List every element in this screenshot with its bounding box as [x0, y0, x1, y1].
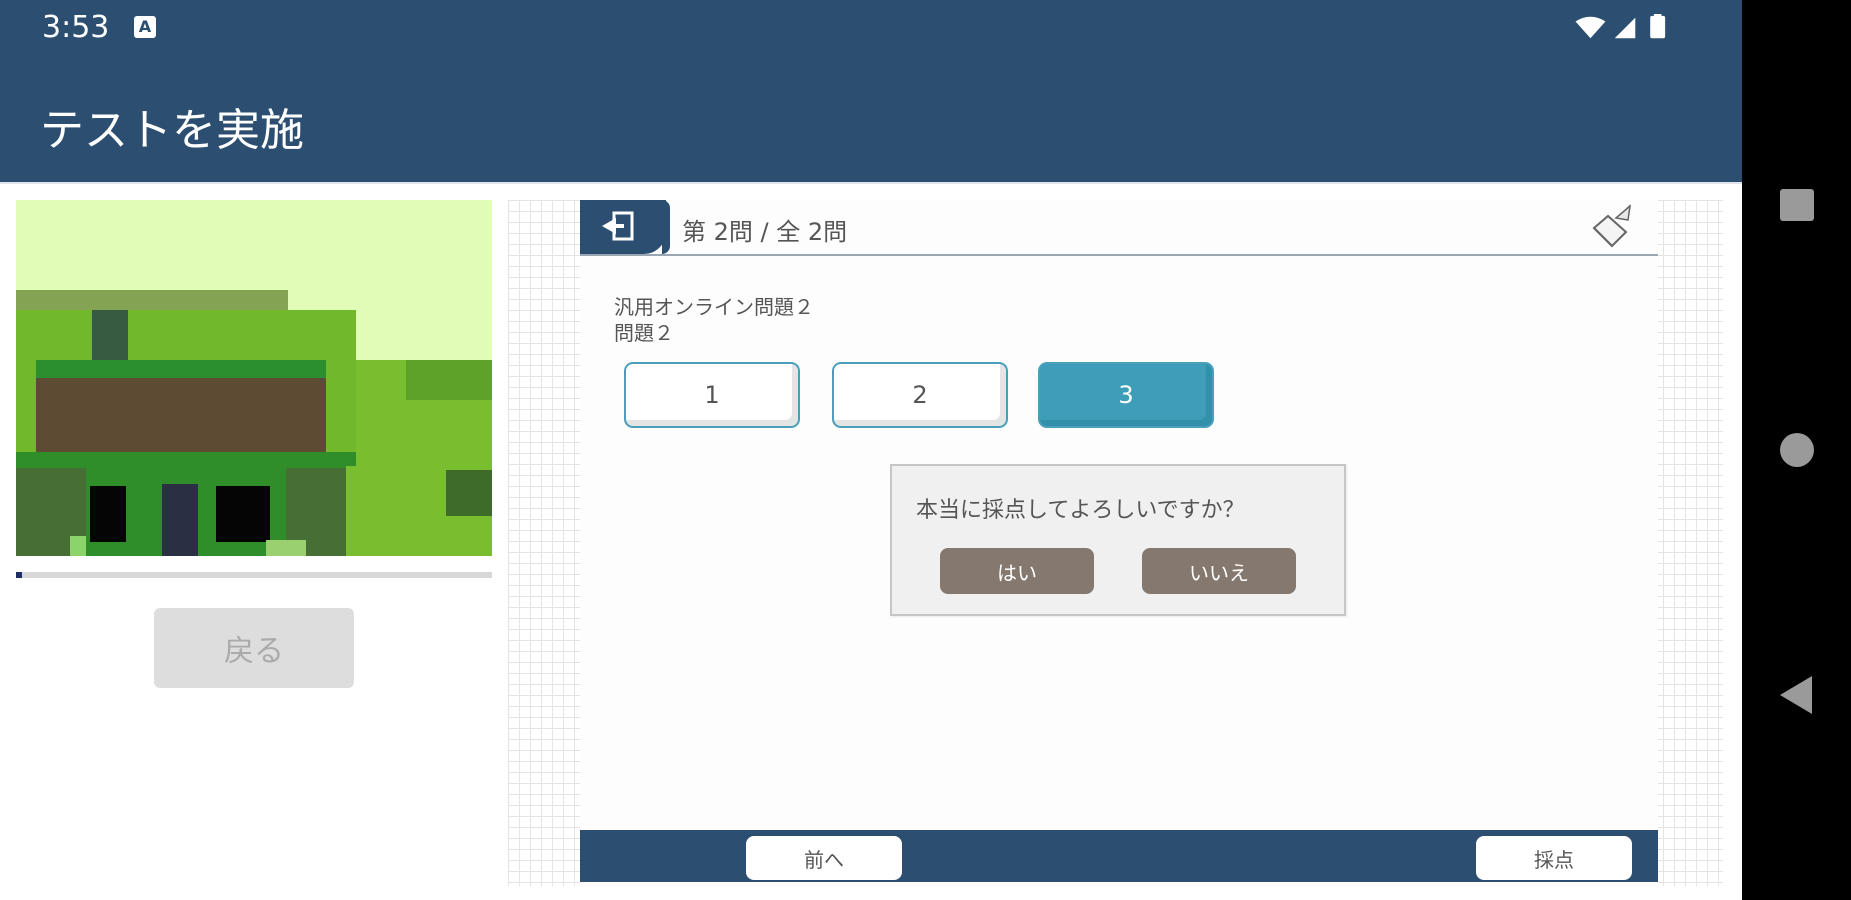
confirm-message: 本当に採点してよろしいですか？	[916, 498, 1245, 523]
eraser-icon	[1592, 204, 1632, 248]
signal-icon	[1614, 17, 1636, 39]
page-title: テストを実施	[40, 105, 304, 156]
prev-button[interactable]: 前へ	[746, 836, 902, 880]
confirm-yes-button[interactable]: はい	[940, 548, 1094, 594]
recent-apps-button[interactable]	[1742, 160, 1851, 250]
footer-bar: 前へ 採点	[580, 830, 1658, 882]
choice-button-1[interactable]: 1	[624, 362, 800, 428]
score-button[interactable]: 採点	[1476, 836, 1632, 880]
divider	[0, 182, 1742, 184]
choice-button-3[interactable]: 3	[1038, 362, 1214, 428]
home-button[interactable]	[1742, 405, 1851, 495]
clear-answer-button[interactable]	[1586, 204, 1636, 250]
a-icon: A	[134, 16, 156, 38]
status-icons	[1575, 14, 1666, 39]
exit-test-button[interactable]	[580, 200, 670, 254]
game-preview-image	[16, 200, 492, 556]
recent-apps-icon	[1780, 189, 1814, 221]
test-paper: 第 2問 / 全 2問 汎用オンライン問題２ 問題２ 1 2 3 本当に採点して…	[580, 200, 1658, 886]
wifi-icon	[1575, 16, 1606, 39]
choice-button-2[interactable]: 2	[832, 362, 1008, 428]
question-text: 問題２	[614, 321, 674, 345]
nav-back-button[interactable]	[1742, 650, 1851, 740]
app-window: 3:53 A テストを実施 戻る 第 2問 / 全 2問 汎用オンライン問題２ …	[0, 0, 1742, 900]
back-button[interactable]: 戻る	[154, 608, 354, 688]
navigation-bar	[1742, 0, 1851, 900]
confirm-dialog: 本当に採点してよろしいですか？ はい いいえ	[890, 464, 1346, 616]
status-time: 3:53	[42, 10, 110, 45]
home-icon	[1780, 433, 1814, 467]
progress-bar	[16, 572, 492, 578]
back-icon	[1780, 676, 1812, 714]
progress-fill	[16, 572, 22, 578]
battery-icon	[1650, 15, 1666, 39]
exit-icon	[602, 211, 634, 241]
question-counter: 第 2問 / 全 2問	[682, 218, 848, 246]
question-title: 汎用オンライン問題２	[614, 295, 814, 319]
confirm-no-button[interactable]: いいえ	[1142, 548, 1296, 594]
header-divider	[580, 254, 1658, 256]
app-bar: テストを実施	[0, 56, 1742, 182]
status-bar: 3:53 A	[0, 0, 1742, 56]
